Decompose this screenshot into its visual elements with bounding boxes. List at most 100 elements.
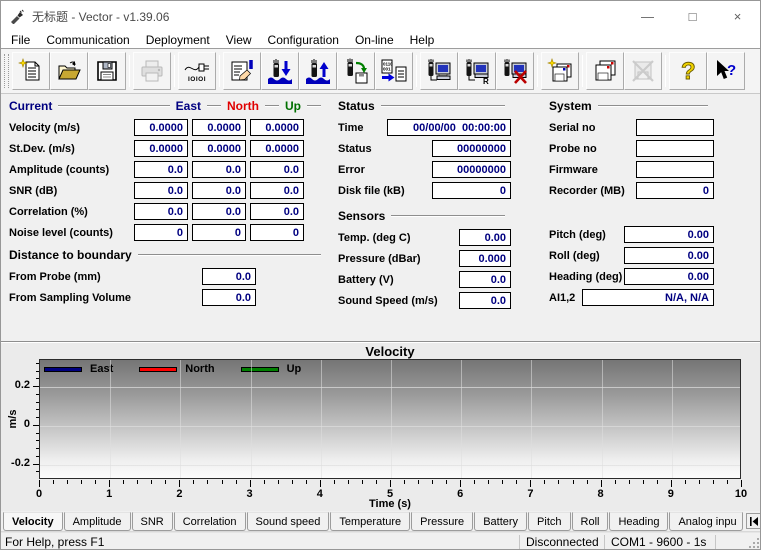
- x-minor-tick: [236, 480, 237, 484]
- resize-grip[interactable]: [716, 533, 761, 550]
- online-stop-button[interactable]: [496, 52, 534, 90]
- tab-label: Heading: [618, 516, 659, 528]
- tab[interactable]: Roll: [572, 512, 609, 531]
- section-title: Status: [338, 99, 375, 113]
- toolbar-grip-handle[interactable]: [4, 54, 9, 88]
- tab[interactable]: SNR: [132, 512, 173, 531]
- recorder-erase-button[interactable]: [624, 52, 662, 90]
- x-minor-tick: [376, 480, 377, 484]
- tab[interactable]: Pitch: [528, 512, 570, 531]
- online-start-button[interactable]: [420, 52, 458, 90]
- section-title: Distance to boundary: [9, 248, 132, 262]
- terminal-plug-icon: [183, 60, 211, 77]
- maximize-button[interactable]: □: [670, 1, 715, 31]
- menu-item[interactable]: Communication: [38, 33, 137, 47]
- menu-item[interactable]: View: [218, 33, 260, 47]
- x-minor-tick: [222, 480, 223, 484]
- tab-label: Analog inpu: [678, 516, 736, 528]
- resize-grip-icon: [748, 537, 760, 549]
- x-axis: [39, 480, 742, 488]
- start-deployment-button[interactable]: [261, 52, 299, 90]
- value-field: [636, 161, 714, 178]
- value-field: 0: [192, 224, 246, 241]
- context-help-button[interactable]: ?: [707, 52, 745, 90]
- binary-conversion-button[interactable]: 0110 001: [375, 52, 413, 90]
- row-label: Time: [338, 122, 387, 134]
- terminal-button[interactable]: IOIOI: [178, 52, 216, 90]
- x-gridline: [531, 360, 532, 478]
- row-label: Sound Speed (m/s): [338, 295, 459, 307]
- toolbar-separator: [537, 55, 538, 87]
- svg-text:?: ?: [727, 62, 736, 79]
- legend-item: East: [44, 363, 113, 375]
- tab[interactable]: Heading: [609, 512, 668, 531]
- y-gridline: [40, 426, 740, 427]
- menu-item[interactable]: Configuration: [260, 33, 347, 47]
- app-window: 无标题 - Vector - v1.39.06 — □ × FileCommun…: [0, 0, 761, 550]
- column-header-east: East: [176, 99, 201, 113]
- row-label: SNR (dB): [9, 185, 134, 197]
- divider: [1, 341, 761, 343]
- divider: [381, 105, 505, 107]
- online-start-recorder-button[interactable]: R: [458, 52, 496, 90]
- deployment-planning-button[interactable]: [223, 52, 261, 90]
- tab-scroll-first-button[interactable]: [746, 513, 761, 529]
- row-label: Disk file (kB): [338, 185, 432, 197]
- toolbar-separator: [416, 55, 417, 87]
- row-label: Firmware: [549, 164, 636, 176]
- system-column: System Serial no Probe no Firmware Recor…: [549, 99, 714, 310]
- tab[interactable]: Pressure: [411, 512, 473, 531]
- tab[interactable]: Correlation: [174, 512, 246, 531]
- x-minor-tick: [699, 480, 700, 484]
- open-file-button[interactable]: [50, 52, 88, 90]
- toolbar-separator: [129, 55, 130, 87]
- tab[interactable]: Amplitude: [64, 512, 131, 531]
- save-button[interactable]: [88, 52, 126, 90]
- help-button[interactable]: ?: [669, 52, 707, 90]
- divider: [138, 254, 321, 256]
- legend-label: North: [185, 363, 214, 375]
- deployment-to-file-button[interactable]: [337, 52, 375, 90]
- window-title: 无标题 - Vector - v1.39.06: [32, 8, 169, 25]
- sensors-section-header: Sensors: [338, 209, 511, 223]
- minimize-button[interactable]: —: [625, 1, 670, 31]
- tab[interactable]: Sound speed: [247, 512, 330, 531]
- x-gridline: [602, 360, 603, 478]
- print-icon: [139, 58, 165, 84]
- menu-item[interactable]: File: [3, 33, 38, 47]
- tab[interactable]: Battery: [474, 512, 527, 531]
- value-field: 0.000: [459, 250, 511, 267]
- menu-item[interactable]: Deployment: [138, 33, 218, 47]
- help-icon: ?: [678, 58, 698, 84]
- tab[interactable]: Temperature: [330, 512, 410, 531]
- retrieve-data-button[interactable]: [299, 52, 337, 90]
- table-row: Pitch (deg) 0.00: [549, 226, 714, 243]
- divider: [391, 215, 505, 217]
- menu-item[interactable]: On-line: [347, 33, 402, 47]
- divider: [598, 105, 708, 107]
- x-minor-tick: [362, 480, 363, 484]
- recorder-retrieve-button[interactable]: [586, 52, 624, 90]
- instrument-down-arrow-icon: [267, 58, 293, 84]
- value-field: 0.0000: [134, 140, 188, 157]
- new-file-button[interactable]: [12, 52, 50, 90]
- recorder-files-icon: [592, 58, 618, 84]
- recorder-new-button[interactable]: [541, 52, 579, 90]
- value-field: 00/00/00 00:00:00: [387, 119, 511, 136]
- x-tick: [320, 480, 321, 487]
- menu-item[interactable]: Help: [402, 33, 443, 47]
- print-button[interactable]: [133, 52, 171, 90]
- svg-text:?: ?: [681, 58, 696, 84]
- tab[interactable]: Analog inpu: [669, 512, 743, 531]
- table-row: Heading (deg) 0.00: [549, 268, 714, 285]
- value-field: 0.00: [459, 229, 511, 246]
- x-minor-tick: [474, 480, 475, 484]
- tab-label: Pressure: [420, 516, 464, 528]
- current-column: Current East North Up Velocity (m/s) 0.0…: [9, 99, 327, 310]
- tab[interactable]: Velocity: [3, 512, 63, 531]
- close-button[interactable]: ×: [715, 1, 760, 31]
- row-label: Pressure (dBar): [338, 253, 459, 265]
- window-controls: — □ ×: [625, 1, 760, 31]
- planning-form-icon: [229, 58, 255, 84]
- table-row: Firmware: [549, 161, 714, 178]
